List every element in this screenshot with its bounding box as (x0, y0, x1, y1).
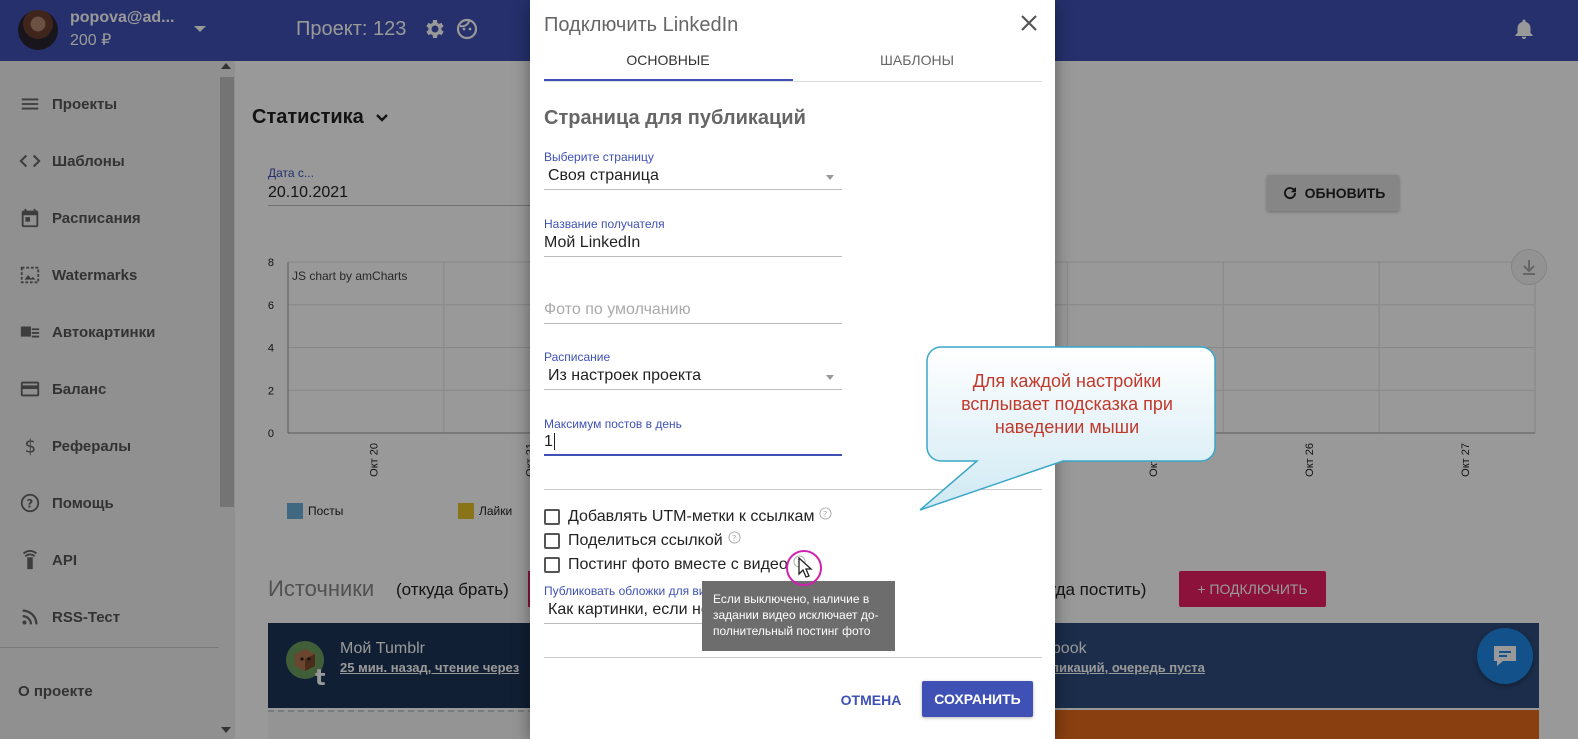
recipient-underline (544, 256, 842, 257)
section-title: Страница для публикаций (544, 107, 806, 129)
recipient-label: Название получателя (544, 217, 665, 231)
tooltip-line: Если выключено, наличие в (713, 592, 870, 606)
max-posts-label: Максимум постов в день (544, 417, 682, 431)
covers-select[interactable]: Как картинки, если не (548, 601, 710, 619)
dropdown-caret-icon[interactable] (826, 375, 834, 380)
utm-checkbox-row[interactable]: Добавлять UTM-метки к ссылкам ? (544, 506, 832, 526)
save-button[interactable]: СОХРАНИТЬ (922, 681, 1033, 717)
recipient-input[interactable]: Мой LinkedIn (544, 234, 640, 252)
svg-text:?: ? (732, 532, 736, 542)
callout-line: Для каждой настройки (972, 371, 1162, 391)
photo-with-video-checkbox[interactable] (544, 557, 560, 573)
close-icon[interactable] (1018, 12, 1040, 34)
share-link-checkbox-label: Поделиться ссылкой (568, 532, 723, 549)
covers-label: Публиковать обложки для ви (544, 584, 706, 598)
page-select[interactable]: Своя страница (548, 167, 659, 185)
max-posts-value: 1 (544, 433, 553, 450)
tooltip-line: полнительный постинг фото (713, 624, 871, 638)
schedule-underline (544, 389, 842, 390)
text-cursor (553, 433, 560, 450)
schedule-label: Расписание (544, 350, 611, 364)
help-tooltip: Если выключено, наличие в задании видео … (702, 581, 895, 651)
dialog-footer-separator (544, 657, 1042, 658)
utm-checkbox[interactable] (544, 509, 560, 525)
max-posts-input[interactable]: 1 (544, 433, 560, 451)
mouse-pointer-icon (798, 557, 813, 578)
help-icon[interactable]: ? (728, 530, 741, 544)
tabs-divider (544, 81, 1042, 82)
tooltip-line: задании видео исключает до- (713, 608, 879, 622)
svg-text:?: ? (823, 508, 827, 518)
max-posts-underline (544, 454, 842, 456)
tab-main[interactable]: ОСНОВНЫЕ (544, 52, 792, 68)
tab-templates[interactable]: ШАБЛОНЫ (793, 52, 1041, 68)
callout-text: Для каждой настройки всплывает подсказка… (935, 370, 1199, 439)
default-photo-input[interactable]: Фото по умолчанию (544, 301, 691, 319)
utm-checkbox-label: Добавлять UTM-метки к ссылкам (568, 508, 815, 525)
share-link-checkbox[interactable] (544, 533, 560, 549)
callout-line: всплывает подсказка при (961, 394, 1173, 414)
photo-with-video-checkbox-label: Постинг фото вместе с видео (568, 556, 788, 573)
dropdown-caret-icon[interactable] (826, 175, 834, 180)
help-icon[interactable]: ? (819, 506, 832, 520)
cancel-button[interactable]: ОТМЕНА (830, 683, 912, 717)
page-select-label: Выберите страницу (544, 150, 654, 164)
schedule-select[interactable]: Из настроек проекта (548, 367, 701, 385)
default-photo-underline (544, 323, 842, 324)
dialog-title: Подключить LinkedIn (544, 14, 739, 36)
callout-line: наведении мыши (994, 417, 1140, 437)
photo-with-video-checkbox-row[interactable]: Постинг фото вместе с видео ? (544, 554, 806, 574)
share-link-checkbox-row[interactable]: Поделиться ссылкой ? (544, 530, 741, 550)
page-select-underline (544, 189, 842, 190)
